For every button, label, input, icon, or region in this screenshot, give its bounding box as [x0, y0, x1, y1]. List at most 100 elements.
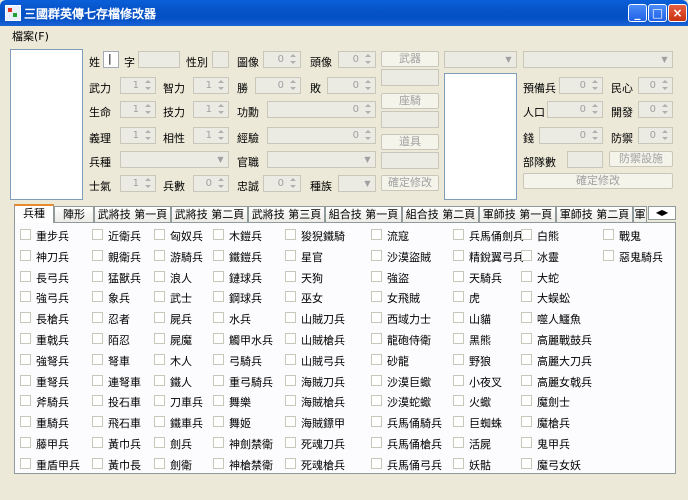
confirm-general-button[interactable]: 確定修改 — [381, 175, 439, 191]
troop-checkbox[interactable] — [213, 250, 224, 261]
confirm-city-button[interactable]: 確定修改 — [523, 173, 673, 189]
force-spinner[interactable]: 1 — [120, 77, 156, 94]
intel-spinner[interactable]: 1 — [193, 77, 229, 94]
reserve-spinner[interactable]: 0 — [559, 77, 603, 94]
tab-general-skill-1[interactable]: 武將技 第一頁 — [94, 206, 171, 222]
spin-arrows-icon[interactable] — [361, 103, 374, 116]
troop-checkbox-label[interactable]: 親衛兵 — [108, 249, 141, 265]
population-spinner[interactable]: 0 — [547, 101, 603, 118]
close-button[interactable]: × — [668, 4, 687, 22]
title-bar[interactable]: 三國群英傳七存檔修改器 _ □ × — [0, 0, 688, 26]
troop-checkbox-label[interactable]: 劍衛 — [170, 457, 192, 473]
troop-checkbox[interactable] — [371, 271, 382, 282]
chevron-down-icon[interactable]: ▼ — [361, 177, 374, 190]
spin-arrows-icon[interactable] — [214, 103, 227, 116]
maximize-button[interactable]: □ — [648, 4, 667, 22]
troop-checkbox[interactable] — [20, 437, 31, 448]
tab-strategist-skill-1[interactable]: 軍師技 第一頁 — [479, 206, 556, 222]
troop-checkbox-label[interactable]: 兵馬俑弓兵 — [387, 457, 442, 473]
defense-spinner[interactable]: 0 — [638, 127, 673, 144]
troop-checkbox-label[interactable]: 山賊刀兵 — [301, 311, 345, 327]
troop-checkbox[interactable] — [20, 458, 31, 469]
troop-checkbox-label[interactable]: 弓騎兵 — [229, 353, 262, 369]
troop-checkbox-label[interactable]: 鋼球兵 — [229, 290, 262, 306]
troop-checkbox-label[interactable]: 山貓 — [469, 311, 491, 327]
troop-checkbox-label[interactable]: 海賊刀兵 — [301, 374, 345, 390]
troop-checkbox-label[interactable]: 兵馬俑槍兵 — [387, 436, 442, 452]
troop-checkbox[interactable] — [154, 458, 165, 469]
troop-checkbox[interactable] — [20, 312, 31, 323]
troop-checkbox[interactable] — [92, 416, 103, 427]
troop-checkbox-label[interactable]: 妖骷 — [469, 457, 491, 473]
troop-checkbox-label[interactable]: 弩車 — [108, 353, 130, 369]
troop-checkbox[interactable] — [285, 458, 296, 469]
spin-arrows-icon[interactable] — [588, 103, 601, 116]
troop-checkbox[interactable] — [213, 375, 224, 386]
troop-checkbox[interactable] — [213, 395, 224, 406]
item-field[interactable] — [381, 152, 439, 169]
troop-checkbox[interactable] — [213, 354, 224, 365]
troop-checkbox-label[interactable]: 象兵 — [108, 290, 130, 306]
troop-checkbox[interactable] — [371, 416, 382, 427]
troop-checkbox-label[interactable]: 神槍禁衛 — [229, 457, 273, 473]
units-field[interactable] — [567, 151, 603, 168]
troop-checkbox-label[interactable]: 忍者 — [108, 311, 130, 327]
troop-checkbox-label[interactable]: 山賊槍兵 — [301, 332, 345, 348]
troop-checkbox[interactable] — [213, 312, 224, 323]
troop-checkbox[interactable] — [285, 437, 296, 448]
troop-checkbox[interactable] — [213, 271, 224, 282]
troop-checkbox-label[interactable]: 火蠍 — [469, 394, 491, 410]
troop-checkbox-label[interactable]: 強盜 — [387, 270, 409, 286]
troop-checkbox[interactable] — [213, 291, 224, 302]
spin-arrows-icon[interactable] — [286, 177, 299, 190]
troop-checkbox[interactable] — [154, 416, 165, 427]
troop-checkbox[interactable] — [521, 312, 532, 323]
troop-checkbox[interactable] — [285, 250, 296, 261]
chevron-down-icon[interactable]: ▼ — [361, 153, 374, 166]
troop-checkbox[interactable] — [154, 354, 165, 365]
tab-general-skill-2[interactable]: 武將技 第二頁 — [171, 206, 248, 222]
troop-checkbox[interactable] — [213, 333, 224, 344]
troop-checkbox[interactable] — [371, 437, 382, 448]
troop-checkbox-label[interactable]: 游騎兵 — [170, 249, 203, 265]
troop-checkbox[interactable] — [453, 458, 464, 469]
head-spinner[interactable]: 0 — [338, 51, 376, 68]
spin-arrows-icon[interactable] — [658, 103, 671, 116]
troop-checkbox-label[interactable]: 武士 — [170, 290, 192, 306]
tab-combo-skill-1[interactable]: 組合技 第一頁 — [325, 206, 402, 222]
troop-checkbox-label[interactable]: 鐵人 — [170, 374, 192, 390]
troop-checkbox-label[interactable]: 西域力士 — [387, 311, 431, 327]
troop-checkbox-label[interactable]: 水兵 — [229, 311, 251, 327]
troop-checkbox[interactable] — [154, 333, 165, 344]
troop-checkbox[interactable] — [453, 354, 464, 365]
tab-formation[interactable]: 陣形 — [54, 206, 94, 222]
troop-checkbox[interactable] — [521, 229, 532, 240]
chevron-right-icon[interactable]: ▶ — [662, 208, 668, 217]
troop-checkbox-label[interactable]: 近衛兵 — [108, 228, 141, 244]
zi-input[interactable] — [138, 51, 180, 68]
troop-checkbox[interactable] — [285, 395, 296, 406]
troop-checkbox[interactable] — [453, 271, 464, 282]
troop-checkbox[interactable] — [154, 437, 165, 448]
troop-checkbox-label[interactable]: 長槍兵 — [36, 311, 69, 327]
troop-checkbox[interactable] — [453, 375, 464, 386]
general-list[interactable] — [10, 49, 83, 200]
troop-checkbox-label[interactable]: 海賊槍兵 — [301, 394, 345, 410]
troop-checkbox-label[interactable]: 刀車兵 — [170, 394, 203, 410]
troop-checkbox[interactable] — [154, 229, 165, 240]
troop-checkbox[interactable] — [92, 333, 103, 344]
spin-arrows-icon[interactable] — [141, 129, 154, 142]
troop-checkbox-label[interactable]: 沙漠盜賊 — [387, 249, 431, 265]
troop-checkbox[interactable] — [453, 437, 464, 448]
troop-checkbox[interactable] — [20, 395, 31, 406]
troop-checkbox-label[interactable]: 觸甲水兵 — [229, 332, 273, 348]
troop-checkbox-label[interactable]: 大蛇 — [537, 270, 559, 286]
troop-checkbox[interactable] — [154, 291, 165, 302]
troop-checkbox[interactable] — [453, 291, 464, 302]
troop-checkbox-label[interactable]: 黑熊 — [469, 332, 491, 348]
troop-checkbox[interactable] — [20, 375, 31, 386]
lose-spinner[interactable]: 0 — [327, 77, 376, 94]
troop-checkbox[interactable] — [20, 333, 31, 344]
troop-checkbox-label[interactable]: 狻猊鐵騎 — [301, 228, 345, 244]
troop-checkbox-label[interactable]: 黃巾兵 — [108, 436, 141, 452]
